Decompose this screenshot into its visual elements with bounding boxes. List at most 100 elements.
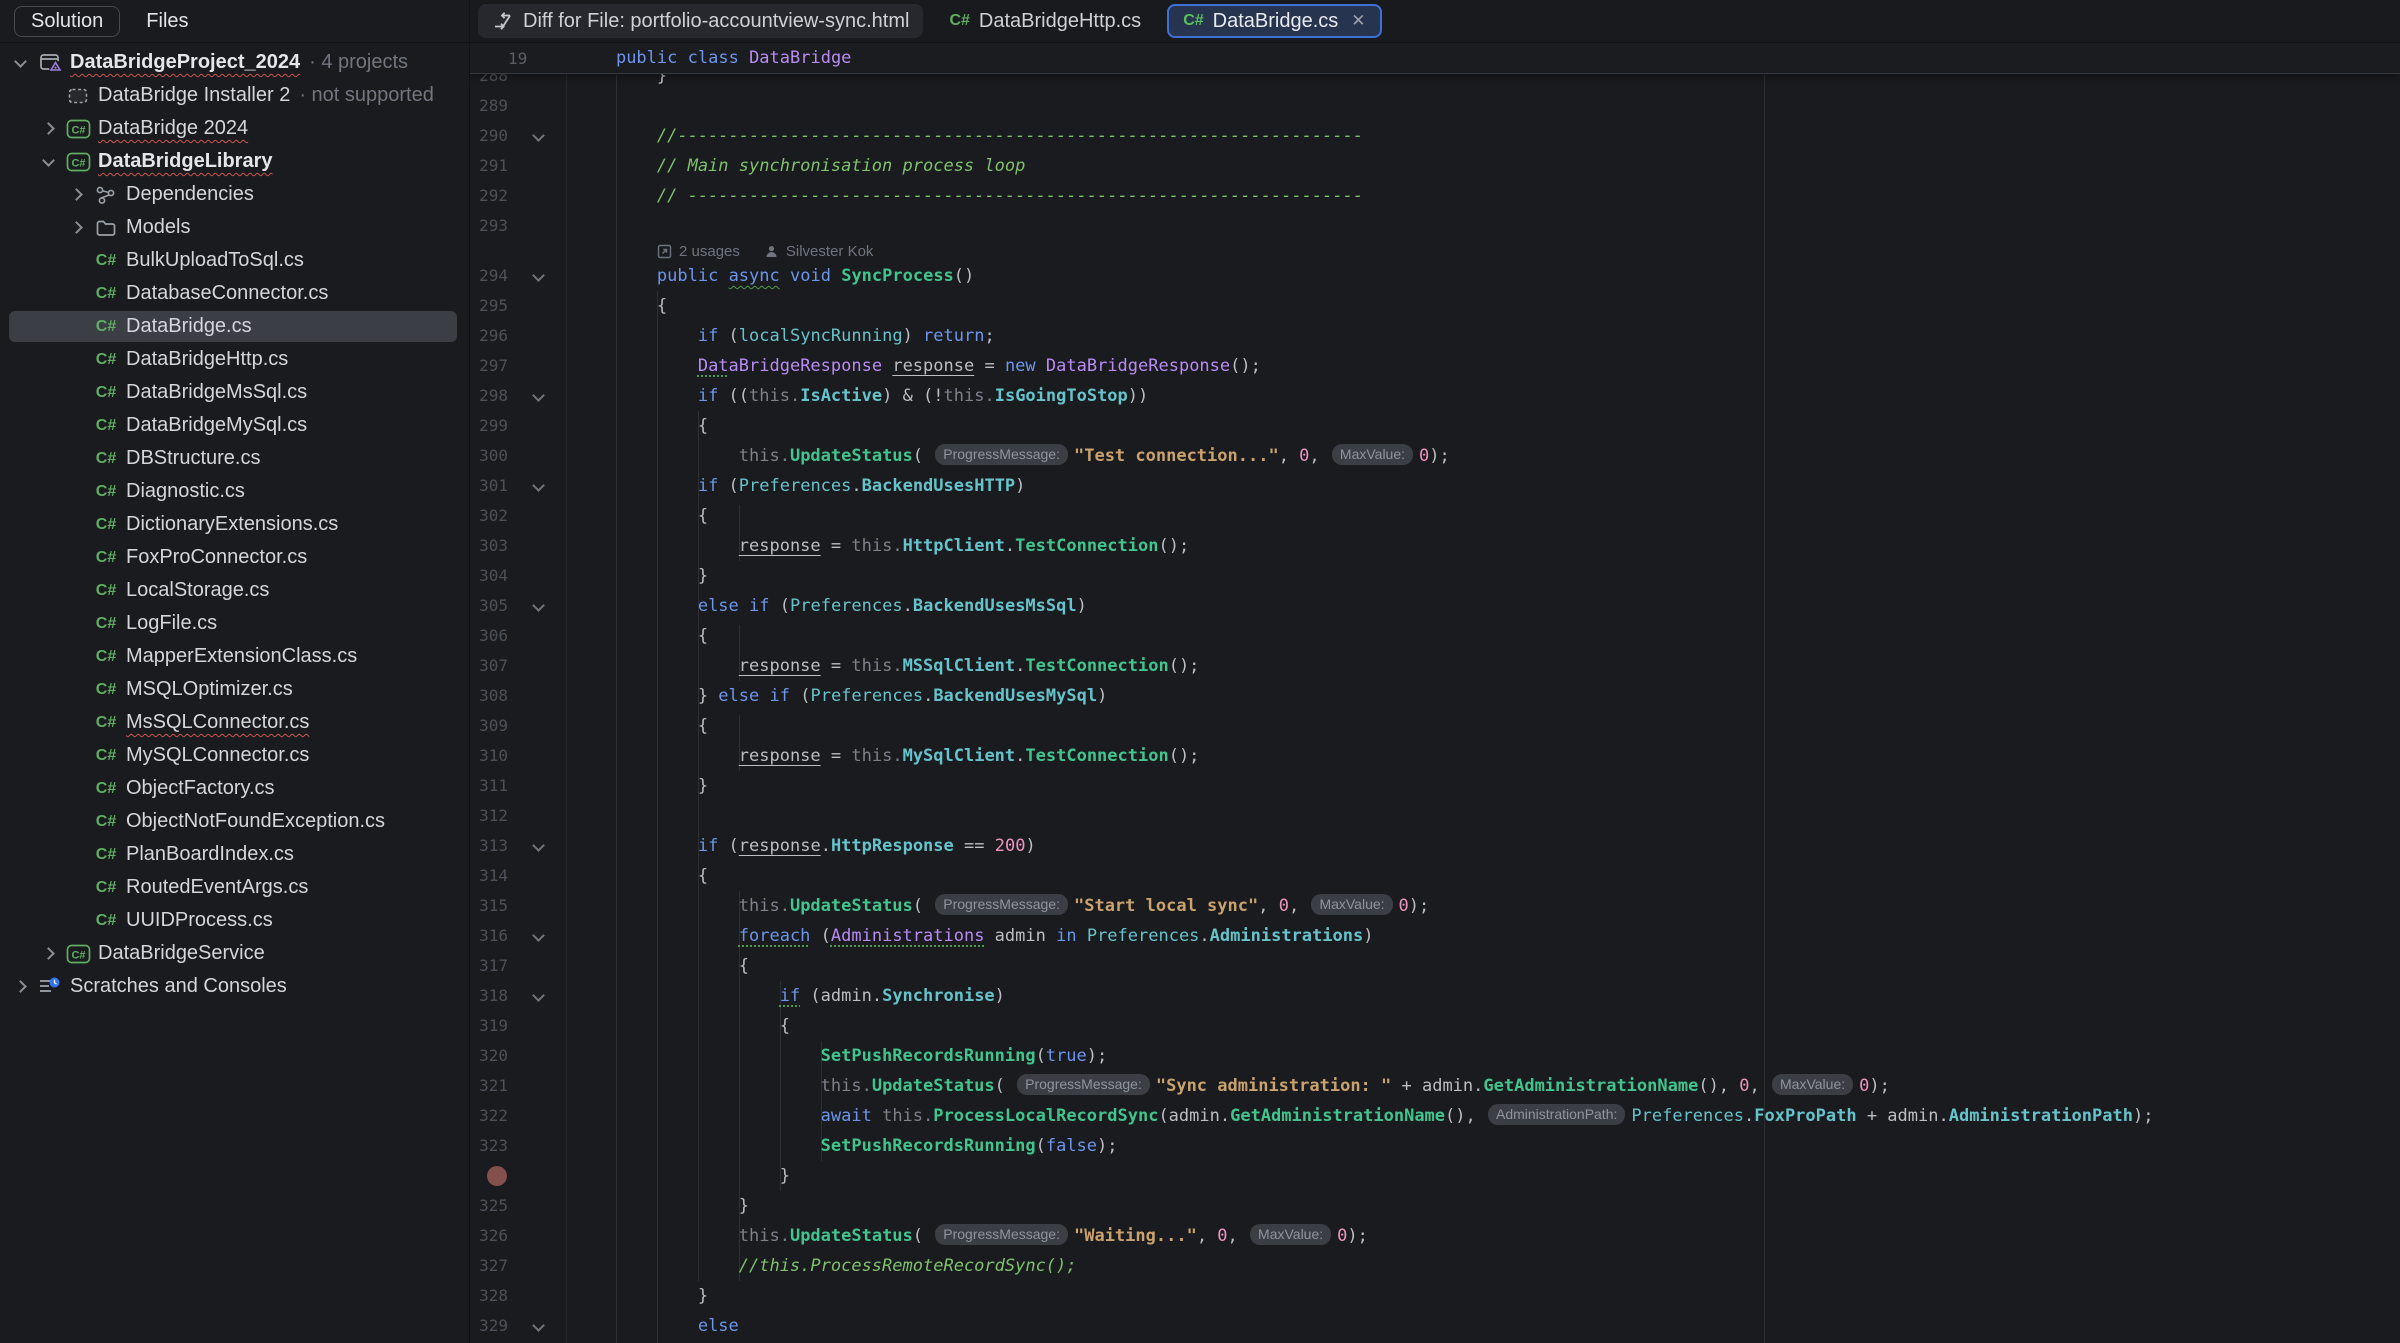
- gutter[interactable]: 307: [470, 651, 575, 681]
- gutter[interactable]: 300: [470, 441, 575, 471]
- usages-count[interactable]: 2 usages: [679, 243, 740, 260]
- code-line[interactable]: 318 if (admin.Synchronise): [470, 981, 2400, 1011]
- chevron-right-icon[interactable]: [6, 982, 34, 991]
- tab-solution[interactable]: Solution: [14, 6, 120, 37]
- code-line[interactable]: 301 if (Preferences.BackendUsesHTTP): [470, 471, 2400, 501]
- fold-chevron-icon[interactable]: [532, 1319, 545, 1332]
- code-line[interactable]: 305 else if (Preferences.BackendUsesMsSq…: [470, 591, 2400, 621]
- tree-item[interactable]: C#DatabaseConnector.cs: [0, 277, 469, 310]
- code-line[interactable]: 294 public async void SyncProcess(): [470, 261, 2400, 291]
- fold-chevron-icon[interactable]: [532, 929, 545, 942]
- tree-item[interactable]: Models: [0, 211, 469, 244]
- code-line[interactable]: 310 response = this.MySqlClient.TestConn…: [470, 741, 2400, 771]
- fold-chevron-icon[interactable]: [532, 389, 545, 402]
- gutter[interactable]: 294: [470, 261, 575, 291]
- gutter[interactable]: 312: [470, 801, 575, 831]
- code-line[interactable]: 320 SetPushRecordsRunning(true);: [470, 1041, 2400, 1071]
- chevron-down-icon[interactable]: [34, 159, 62, 165]
- chevron-right-icon[interactable]: [34, 124, 62, 133]
- gutter[interactable]: 318: [470, 981, 575, 1011]
- tree-item[interactable]: C#BulkUploadToSql.cs: [0, 244, 469, 277]
- code-line[interactable]: 322 await this.ProcessLocalRecordSync(ad…: [470, 1101, 2400, 1131]
- chevron-down-icon[interactable]: [6, 60, 34, 66]
- code-line[interactable]: 326 this.UpdateStatus( ProgressMessage:"…: [470, 1221, 2400, 1251]
- code-line[interactable]: 302 {: [470, 501, 2400, 531]
- gutter[interactable]: 316: [470, 921, 575, 951]
- gutter[interactable]: 320: [470, 1041, 575, 1071]
- code-line[interactable]: 316 foreach (Administrations admin in Pr…: [470, 921, 2400, 951]
- gutter[interactable]: 323: [470, 1131, 575, 1161]
- breakpoint-icon[interactable]: [487, 1166, 507, 1186]
- code-editor[interactable]: 288 }289290 //--------------------------…: [470, 43, 2400, 1343]
- fold-chevron-icon[interactable]: [532, 989, 545, 1002]
- tree-item[interactable]: C#DataBridge.cs: [0, 310, 469, 343]
- gutter[interactable]: 292: [470, 181, 575, 211]
- tree-item[interactable]: C#PlanBoardIndex.cs: [0, 838, 469, 871]
- code-line[interactable]: 307 response = this.MSSqlClient.TestConn…: [470, 651, 2400, 681]
- code-line[interactable]: 317 {: [470, 951, 2400, 981]
- tab-files[interactable]: Files: [146, 10, 188, 33]
- sticky-line[interactable]: 19 public class DataBridge: [470, 43, 2400, 74]
- fold-chevron-icon[interactable]: [532, 599, 545, 612]
- tree-item[interactable]: C#MSQLOptimizer.cs: [0, 673, 469, 706]
- tree-item[interactable]: C#FoxProConnector.cs: [0, 541, 469, 574]
- chevron-right-icon[interactable]: [62, 190, 90, 199]
- gutter[interactable]: 326: [470, 1221, 575, 1251]
- gutter[interactable]: [470, 1161, 575, 1191]
- gutter[interactable]: 302: [470, 501, 575, 531]
- code-line[interactable]: 325 }: [470, 1191, 2400, 1221]
- gutter[interactable]: 298: [470, 381, 575, 411]
- gutter[interactable]: 328: [470, 1281, 575, 1311]
- tree-item[interactable]: C#MsSQLConnector.cs: [0, 706, 469, 739]
- code-line[interactable]: 292 // ---------------------------------…: [470, 181, 2400, 211]
- gutter[interactable]: 299: [470, 411, 575, 441]
- code-line[interactable]: 298 if ((this.IsActive) & (!this.IsGoing…: [470, 381, 2400, 411]
- code-line[interactable]: 300 this.UpdateStatus( ProgressMessage:"…: [470, 441, 2400, 471]
- code-line[interactable]: 321 this.UpdateStatus( ProgressMessage:"…: [470, 1071, 2400, 1101]
- gutter[interactable]: 309: [470, 711, 575, 741]
- tree-item[interactable]: C#DataBridgeMySql.cs: [0, 409, 469, 442]
- code-line[interactable]: 299 {: [470, 411, 2400, 441]
- tree-item[interactable]: C#DBStructure.cs: [0, 442, 469, 475]
- code-line[interactable]: 311 }: [470, 771, 2400, 801]
- gutter[interactable]: 322: [470, 1101, 575, 1131]
- code-line[interactable]: 328 }: [470, 1281, 2400, 1311]
- close-icon[interactable]: ✕: [1351, 11, 1365, 31]
- chevron-right-icon[interactable]: [62, 223, 90, 232]
- gutter[interactable]: 303: [470, 531, 575, 561]
- gutter[interactable]: 329: [470, 1311, 575, 1341]
- gutter[interactable]: 305: [470, 591, 575, 621]
- code-line[interactable]: }: [470, 1161, 2400, 1191]
- code-line[interactable]: 327 //this.ProcessRemoteRecordSync();: [470, 1251, 2400, 1281]
- tree-item[interactable]: C#Diagnostic.cs: [0, 475, 469, 508]
- tree-item[interactable]: C#DictionaryExtensions.cs: [0, 508, 469, 541]
- gutter[interactable]: 306: [470, 621, 575, 651]
- code-line[interactable]: 309 {: [470, 711, 2400, 741]
- editor-tab[interactable]: Diff for File: portfolio-accountview-syn…: [478, 4, 923, 38]
- gutter[interactable]: 319: [470, 1011, 575, 1041]
- gutter[interactable]: 301: [470, 471, 575, 501]
- gutter[interactable]: 310: [470, 741, 575, 771]
- tree-item[interactable]: C#DataBridgeHttp.cs: [0, 343, 469, 376]
- editor-tab[interactable]: C#DataBridge.cs✕: [1167, 4, 1381, 38]
- gutter[interactable]: 315: [470, 891, 575, 921]
- code-line[interactable]: 293: [470, 211, 2400, 241]
- code-line[interactable]: 304 }: [470, 561, 2400, 591]
- code-line[interactable]: 313 if (response.HttpResponse == 200): [470, 831, 2400, 861]
- tree-item[interactable]: DataBridgeProject_2024· 4 projects: [0, 46, 469, 79]
- author-name[interactable]: Silvester Kok: [786, 243, 874, 260]
- gutter[interactable]: 297: [470, 351, 575, 381]
- code-line[interactable]: 319 {: [470, 1011, 2400, 1041]
- code-line[interactable]: 315 this.UpdateStatus( ProgressMessage:"…: [470, 891, 2400, 921]
- tree-item[interactable]: C#RoutedEventArgs.cs: [0, 871, 469, 904]
- code-line[interactable]: 291 // Main synchronisation process loop: [470, 151, 2400, 181]
- code-vision-annotation[interactable]: 2 usages Silvester Kok: [470, 241, 2400, 261]
- tree-item[interactable]: C#DataBridgeService: [0, 937, 469, 970]
- gutter[interactable]: 295: [470, 291, 575, 321]
- code-line[interactable]: 297 DataBridgeResponse response = new Da…: [470, 351, 2400, 381]
- fold-chevron-icon[interactable]: [532, 129, 545, 142]
- gutter[interactable]: 291: [470, 151, 575, 181]
- gutter[interactable]: 321: [470, 1071, 575, 1101]
- tree-item[interactable]: C#LogFile.cs: [0, 607, 469, 640]
- gutter[interactable]: 289: [470, 91, 575, 121]
